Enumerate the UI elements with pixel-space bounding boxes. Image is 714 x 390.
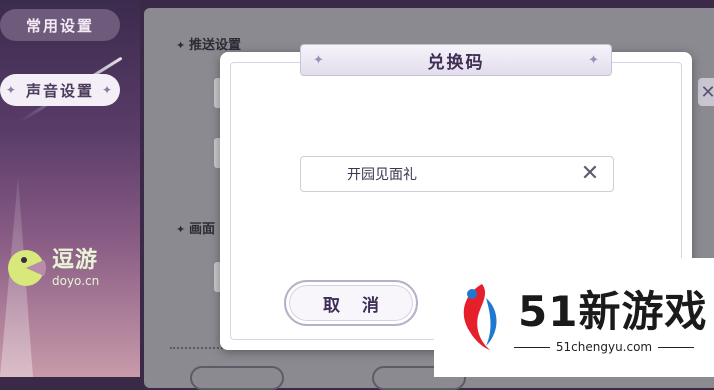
sparkle-icon: ✦ [588, 52, 599, 68]
section-title-push: 推送设置 [176, 34, 241, 53]
divider [658, 346, 695, 348]
doyo-logo-icon [8, 250, 46, 286]
sidebar-item-label: 声音设置 [25, 81, 94, 100]
brand-logo-icon [463, 284, 497, 350]
dialog-header: ✦ 兑换码 ✦ [300, 44, 612, 76]
sidebar-background [0, 0, 140, 377]
divider [514, 346, 550, 348]
brand-watermark: 51新游戏 51chengyu.com [434, 258, 714, 377]
sidebar-item-sound-settings[interactable]: 声音设置 [0, 74, 120, 106]
redeem-code-input[interactable] [345, 165, 569, 183]
brand-url-row: 51chengyu.com [514, 340, 695, 354]
doyo-en-text: doyo.cn [52, 273, 100, 288]
sparkle-icon: ✦ [313, 52, 324, 68]
brand-name: 51新游戏 [518, 287, 708, 336]
doyo-cn-text: 逗游 [52, 247, 99, 273]
panel-close-icon[interactable]: ✕ [698, 78, 714, 106]
divider [170, 347, 230, 349]
sidebar-item-common-settings[interactable]: 常用设置 [0, 9, 120, 41]
redeem-code-field[interactable]: ✕ [300, 156, 614, 192]
dialog-title: 兑换码 [427, 52, 485, 73]
sidebar-item-label: 常用设置 [25, 16, 94, 35]
doyo-watermark: 逗游 doyo.cn [6, 248, 99, 288]
cancel-button[interactable]: 取 消 [284, 280, 418, 326]
setting-option [190, 366, 284, 390]
brand-url: 51chengyu.com [555, 340, 653, 354]
section-title-graphics: 画面 [176, 218, 215, 237]
clear-input-icon[interactable]: ✕ [579, 163, 601, 185]
